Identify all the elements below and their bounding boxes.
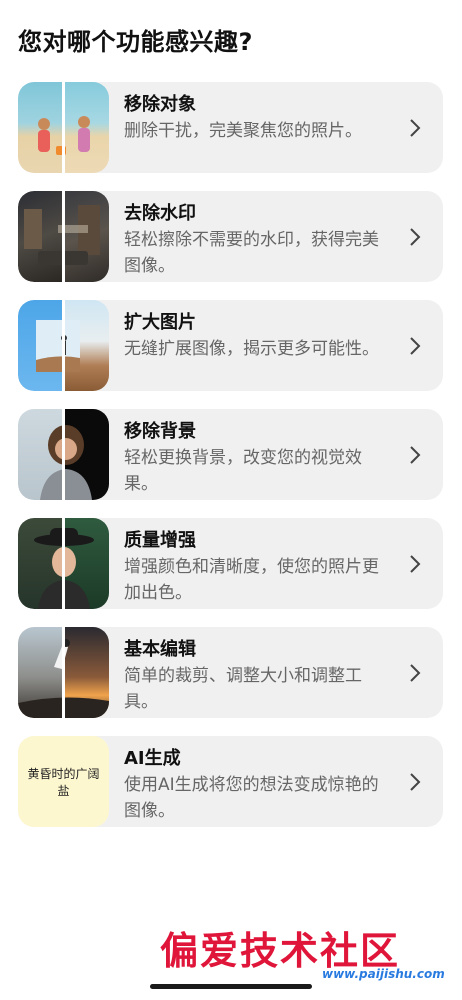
feature-title: AI生成 <box>124 748 181 769</box>
feature-description: 使用AI生成将您的想法变成惊艳的图像。 <box>124 775 379 821</box>
thumbnail-prompt-text: 黄昏时的广阔盐 <box>27 767 100 798</box>
chevron-right-icon <box>410 446 421 464</box>
feature-card-basic-edit[interactable]: 基本编辑 简单的裁剪、调整大小和调整工具。 <box>18 627 443 718</box>
chevron-right-icon <box>410 773 421 791</box>
feature-title: 移除对象 <box>124 94 196 115</box>
chevron-right-icon <box>410 119 421 137</box>
feature-card-remove-object[interactable]: 移除对象 删除干扰，完美聚焦您的照片。 <box>18 82 443 173</box>
page-title: 您对哪个功能感兴趣? <box>18 28 253 56</box>
remove-watermark-thumbnail <box>18 191 109 282</box>
feature-description: 轻松擦除不需要的水印，获得完美图像。 <box>124 230 379 276</box>
chevron-right-icon <box>410 664 421 682</box>
feature-description: 删除干扰，完美聚焦您的照片。 <box>124 121 362 141</box>
quality-enhance-thumbnail <box>18 518 109 609</box>
chevron-right-icon <box>410 228 421 246</box>
remove-background-thumbnail <box>18 409 109 500</box>
feature-title: 扩大图片 <box>124 312 196 333</box>
feature-description: 增强颜色和清晰度，使您的照片更加出色。 <box>124 557 379 603</box>
chevron-right-icon <box>410 555 421 573</box>
remove-object-thumbnail <box>18 82 109 173</box>
chevron-right-icon <box>410 337 421 355</box>
feature-title: 去除水印 <box>124 203 196 224</box>
feature-title: 基本编辑 <box>124 639 196 660</box>
feature-title: 质量增强 <box>124 530 196 551</box>
expand-image-thumbnail <box>18 300 109 391</box>
feature-title: 移除背景 <box>124 421 196 442</box>
watermark-url: www.paijishu.com <box>322 967 445 981</box>
feature-card-expand-image[interactable]: 扩大图片 无缝扩展图像，揭示更多可能性。 <box>18 300 443 391</box>
feature-card-ai-generate[interactable]: 黄昏时的广阔盐 AI生成 使用AI生成将您的想法变成惊艳的图像。 <box>18 736 443 827</box>
feature-description: 轻松更换背景，改变您的视觉效果。 <box>124 448 362 494</box>
feature-card-remove-background[interactable]: 移除背景 轻松更换背景，改变您的视觉效果。 <box>18 409 443 500</box>
ai-generate-thumbnail: 黄昏时的广阔盐 <box>18 736 109 827</box>
basic-edit-thumbnail <box>18 627 109 718</box>
feature-list: 移除对象 删除干扰，完美聚焦您的照片。 去除水印 轻松擦除不需要的水印，获得完美… <box>18 82 443 845</box>
feature-description: 简单的裁剪、调整大小和调整工具。 <box>124 666 362 712</box>
feature-card-quality-enhance[interactable]: 质量增强 增强颜色和清晰度，使您的照片更加出色。 <box>18 518 443 609</box>
home-indicator <box>150 984 312 989</box>
feature-card-remove-watermark[interactable]: 去除水印 轻松擦除不需要的水印，获得完美图像。 <box>18 191 443 282</box>
feature-description: 无缝扩展图像，揭示更多可能性。 <box>124 339 379 359</box>
